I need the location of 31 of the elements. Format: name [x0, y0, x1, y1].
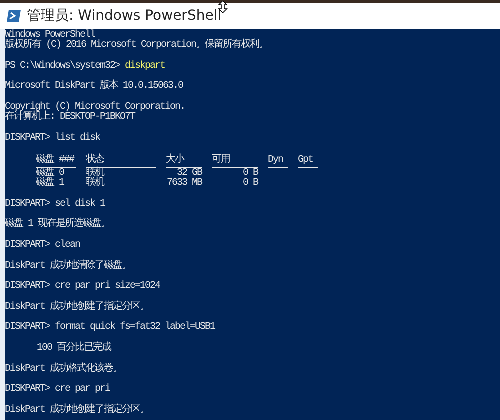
- column-header: 可用: [212, 156, 258, 168]
- console-line: 在计算机上: DESKTOP-P1BKO7T: [5, 113, 136, 124]
- table-cell-text: 32 GB: [176, 168, 202, 179]
- console-line: 100 百分比已完成: [37, 344, 112, 354]
- console-line: DiskPart 成功格式化该卷。: [5, 364, 122, 375]
- console-line: DiskPart 成功地创建了指定分区。: [5, 302, 150, 314]
- console-line: DiskPart 成功地创建了指定分区。: [5, 406, 150, 416]
- command-text: diskpart: [125, 62, 166, 72]
- console-line: DISKPART> list disk: [5, 134, 100, 144]
- column-header: 磁盘 ###: [36, 156, 76, 168]
- prompt-text: PS C:\Windows\system32>: [5, 62, 122, 72]
- console-line: DISKPART> format quick fs=fat32 label=USB1: [5, 323, 216, 334]
- column-header: 状态: [86, 156, 156, 168]
- table-cell-text: 0 B: [242, 168, 258, 179]
- console-line: Microsoft DiskPart 版本 10.0.15063.0: [5, 82, 184, 93]
- console-line: DISKPART> sel disk 1: [5, 200, 106, 210]
- column-header: 大小: [166, 156, 202, 168]
- console-line: 版权所有 (C) 2016 Microsoft Corporation。保留所有权利。: [5, 41, 268, 52]
- console-line: 磁盘 1 现在是所选磁盘。: [5, 220, 110, 231]
- table-cell-text: 磁盘 1: [36, 179, 66, 190]
- table-cell: 7633 MB: [166, 179, 202, 190]
- console-line: DISKPART> cre par pri size=1024: [5, 282, 160, 292]
- table-cell: 0 B: [242, 179, 258, 190]
- table-cell-text: 联机: [86, 179, 106, 190]
- window-title: 管理员: Windows PowerShell: [27, 7, 222, 25]
- console-line: DiskPart 成功地清除了磁盘。: [5, 262, 132, 272]
- powershell-icon: [7, 10, 21, 22]
- column-header: Dyn: [268, 156, 288, 168]
- console-line: DISKPART> cre par pri: [5, 385, 110, 396]
- console-line: DISKPART> clean: [5, 240, 80, 252]
- column-header: Gpt: [298, 156, 318, 168]
